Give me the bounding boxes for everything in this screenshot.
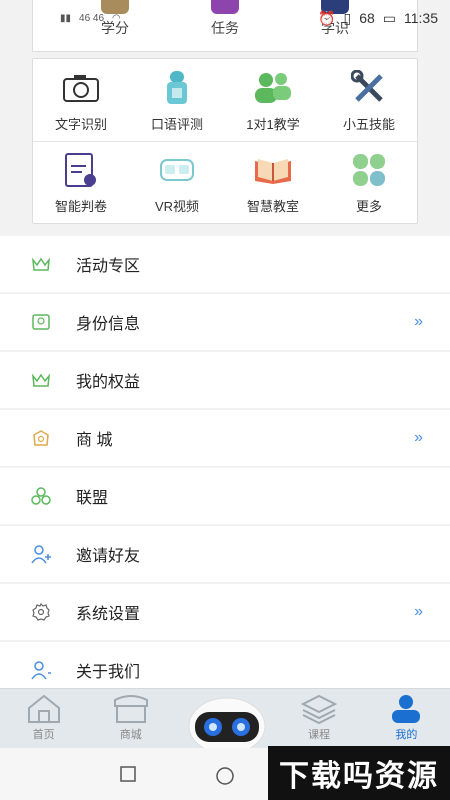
- grid-label: 小五技能: [342, 116, 395, 132]
- gear-icon: [30, 601, 52, 623]
- grid-item-more[interactable]: 更多: [321, 142, 417, 223]
- exam-paper-icon: [61, 150, 101, 190]
- grid-label: 文字识别: [54, 116, 107, 132]
- list-item-shop[interactable]: 商 城 »: [0, 410, 450, 466]
- grid-label: 智能判卷: [54, 199, 107, 214]
- vibrate-icon: ▯: [343, 9, 352, 26]
- alarm-icon: ⏰: [318, 9, 336, 26]
- grid-label: 1对1教学: [246, 116, 300, 132]
- user-icon: [30, 659, 52, 681]
- robot-icon: [188, 697, 266, 755]
- grid-label: 更多: [355, 199, 382, 214]
- list-item-benefits[interactable]: 我的权益: [0, 352, 450, 408]
- list-item-label: 我的权益: [76, 374, 141, 391]
- home-system-button[interactable]: [215, 766, 235, 791]
- grid-label: VR视频: [154, 199, 200, 214]
- crown-icon: [30, 253, 52, 275]
- list-item-label: 商 城: [76, 432, 113, 449]
- crown-icon: [30, 369, 52, 391]
- grid-item-grading[interactable]: 智能判卷: [33, 142, 129, 223]
- circle-icon: [216, 767, 234, 785]
- list-item-label: 系统设置: [76, 606, 141, 623]
- chevron-right-icon: »: [414, 313, 423, 330]
- status-right: ⏰ ▯ 68 ▭ 11:35: [318, 10, 438, 27]
- menu-list: 活动专区 身份信息 » 我的权益 商 城 » 联盟 邀请好友 系统设置 » 关于…: [0, 236, 450, 700]
- chevron-right-icon: »: [414, 429, 423, 446]
- nav-courses[interactable]: 课程: [284, 694, 354, 742]
- grid-label: 智慧教室: [246, 199, 299, 214]
- recents-button[interactable]: [120, 766, 136, 787]
- vr-headset-icon: [157, 150, 197, 190]
- robot-center-button[interactable]: [185, 690, 269, 755]
- clock: 11:35: [404, 10, 438, 26]
- watermark-text: 下载吗资源: [279, 759, 439, 794]
- chevron-right-icon: »: [414, 603, 423, 620]
- grid-item-classroom[interactable]: 智慧教室: [225, 142, 321, 223]
- list-item-label: 活动专区: [76, 258, 141, 275]
- feature-grid: 文字识别 口语评测 1对1教学 小五技能 智能判卷 VR视频 智慧教室 更多: [32, 58, 418, 224]
- grid-row: 智能判卷 VR视频 智慧教室 更多: [33, 141, 417, 223]
- people-icon: [253, 68, 293, 108]
- list-item-invite[interactable]: 邀请好友: [0, 526, 450, 582]
- battery-level: 68: [359, 10, 375, 26]
- nav-home[interactable]: 首页: [9, 694, 79, 742]
- circles-icon: [30, 485, 52, 507]
- layers-icon: [301, 694, 338, 724]
- store-icon: [113, 695, 148, 723]
- list-item-label: 身份信息: [76, 316, 141, 333]
- list-item-label: 邀请好友: [76, 548, 141, 565]
- nav-profile-label: 我的: [395, 729, 418, 741]
- status-bar: ▮▮ 46 46 ◠ ⏰ ▯ 68 ▭ 11:35: [0, 0, 450, 36]
- list-item-alliance[interactable]: 联盟: [0, 468, 450, 524]
- open-book-icon: [253, 150, 293, 190]
- nav-home-label: 首页: [32, 729, 55, 741]
- nav-profile[interactable]: 我的: [371, 694, 441, 742]
- signal-icon: ▮▮: [60, 12, 72, 24]
- id-badge-icon: [30, 311, 52, 333]
- nav-store-label: 商城: [119, 729, 142, 741]
- watermark-logo: 下载吗资源: [268, 746, 450, 800]
- list-item-label: 关于我们: [76, 664, 141, 681]
- tools-icon: [349, 68, 389, 108]
- clover-icon: [349, 150, 389, 190]
- square-icon: [120, 766, 136, 782]
- grid-item-speaking[interactable]: 口语评测: [129, 59, 225, 141]
- grid-label: 口语评测: [150, 116, 203, 132]
- grid-item-tutoring[interactable]: 1对1教学: [225, 59, 321, 141]
- network-label: 46 46: [79, 12, 105, 24]
- camera-icon: [61, 68, 101, 108]
- grid-item-skills[interactable]: 小五技能: [321, 59, 417, 141]
- grid-item-ocr[interactable]: 文字识别: [33, 59, 129, 141]
- add-user-icon: [30, 543, 52, 565]
- shop-icon: [30, 427, 52, 449]
- microphone-robot-icon: [157, 68, 197, 108]
- list-item-identity[interactable]: 身份信息 »: [0, 294, 450, 350]
- list-item-settings[interactable]: 系统设置 »: [0, 584, 450, 640]
- nav-store[interactable]: 商城: [96, 694, 166, 742]
- signal-indicators: ▮▮ 46 46 ◠: [60, 13, 121, 24]
- home-icon: [27, 694, 60, 723]
- profile-icon: [392, 695, 421, 723]
- battery-icon: ▭: [382, 9, 396, 26]
- grid-row: 文字识别 口语评测 1对1教学 小五技能: [33, 59, 417, 141]
- nav-courses-label: 课程: [308, 729, 331, 741]
- grid-item-vr[interactable]: VR视频: [129, 142, 225, 223]
- list-item-activities[interactable]: 活动专区: [0, 236, 450, 292]
- list-item-label: 联盟: [76, 490, 109, 507]
- wifi-icon: ◠: [112, 12, 121, 24]
